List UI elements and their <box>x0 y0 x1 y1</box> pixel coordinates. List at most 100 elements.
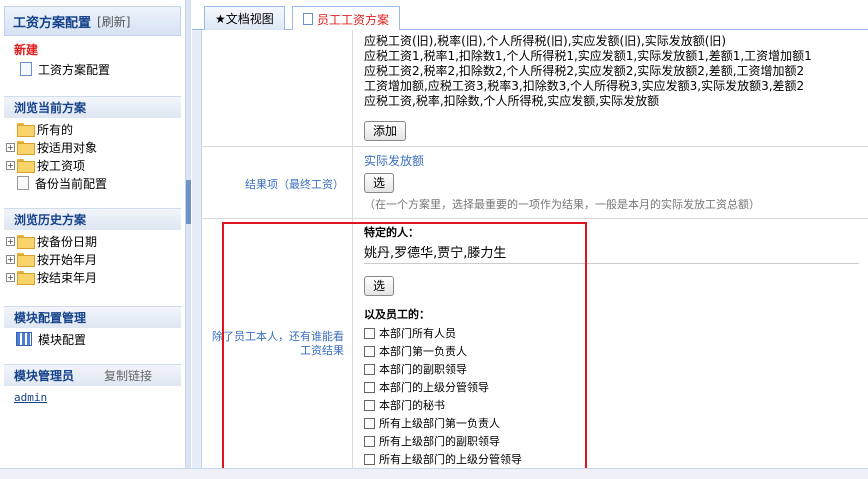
sidebar-item-label: 按开始年月 <box>37 252 98 267</box>
viewers-label-line: 工资结果 <box>300 344 344 357</box>
viewer-option-label: 本部门所有人员 <box>379 327 456 340</box>
backup-icon <box>17 176 29 190</box>
sidebar-item-module-config[interactable]: 模块配置 <box>0 330 185 348</box>
browse-current-header: 浏览当前方案 <box>4 96 181 118</box>
tab-label: 员工工资方案 <box>317 12 390 27</box>
tab-bar: ★文档视图 员工工资方案 <box>192 0 868 31</box>
browse-history-header: 浏览历史方案 <box>4 208 181 230</box>
folder-icon <box>17 235 35 249</box>
checkbox[interactable] <box>364 417 375 429</box>
viewer-option[interactable]: 所有上级部门第一负责人 <box>364 414 859 432</box>
result-hint: （在一个方案里，选择最重要的一项作为结果，一般是本月的实际发放工资总额） <box>364 198 760 211</box>
people-select-button[interactable]: 选 <box>364 276 395 296</box>
tab-salary-scheme[interactable]: 员工工资方案 <box>292 6 401 31</box>
viewer-option[interactable]: 本部门第一负责人 <box>364 342 859 360</box>
checkbox[interactable] <box>364 435 375 447</box>
expand-icon[interactable]: + <box>6 142 15 152</box>
sidebar-splitter[interactable] <box>186 0 191 468</box>
sidebar-item-by-salary-item[interactable]: + 按工资项 <box>6 156 185 174</box>
module-admin-label: 模块管理员 <box>14 369 75 383</box>
viewer-option-label: 本部门的副职领导 <box>379 363 467 376</box>
formula-list: 应税工资(旧),税率(旧),个人所得税(旧),实应发额(旧),实际发放额(旧) … <box>364 34 812 109</box>
specific-people-label: 特定的人： <box>364 226 419 239</box>
sidebar-item-label: 按工资项 <box>37 158 86 173</box>
viewers-label-line: 除了员工本人，还有谁能看 <box>212 330 344 343</box>
formula-line: 应税工资1,税率1,扣除数1,个人所得税1,实应发额1,实际发放额1,差额1,工… <box>364 49 812 63</box>
viewer-option-label: 所有上级部门的副职领导 <box>379 435 500 448</box>
checkbox[interactable] <box>364 345 375 357</box>
sidebar-item-label: 工资方案配置 <box>38 62 111 77</box>
checkbox[interactable] <box>364 399 375 411</box>
viewers-label: 除了员工本人，还有谁能看 工资结果 <box>202 330 352 358</box>
sidebar-item-by-backup-date[interactable]: + 按备份日期 <box>6 232 185 250</box>
new-section-header: 新建 <box>14 42 39 57</box>
viewer-option[interactable]: 所有上级部门的副职领导 <box>364 432 859 450</box>
sidebar-item-by-end-month[interactable]: + 按结束年月 <box>6 268 185 286</box>
collapse-handle-icon[interactable] <box>186 180 191 224</box>
sidebar-item-new-salary-config[interactable]: 工资方案配置 <box>0 60 185 78</box>
viewer-option[interactable]: 本部门所有人员 <box>364 324 859 342</box>
viewer-option[interactable]: 本部门的上级分管领导 <box>364 378 859 396</box>
sidebar-item-by-target[interactable]: + 按适用对象 <box>6 138 185 156</box>
status-bar <box>0 468 868 479</box>
formula-line: 应税工资,税率,扣除数,个人所得税,实应发额,实际发放额 <box>364 94 660 108</box>
viewer-option-label: 所有上级部门第一负责人 <box>379 417 500 430</box>
sidebar-item-label: 按结束年月 <box>37 270 98 285</box>
viewer-option[interactable]: 本部门的秘书 <box>364 396 859 414</box>
copy-link[interactable]: 复制链接 <box>104 367 152 384</box>
module-admin-header: 模块管理员 复制链接 <box>4 364 181 386</box>
formula-line: 工资增加额,应税工资3,税率3,扣除数3,个人所得税3,实应发额3,实际发放额3… <box>364 79 805 93</box>
formula-line: 应税工资2,税率2,扣除数2,个人所得税2,实应发额2,实际发放额2,差额,工资… <box>364 64 805 78</box>
sidebar-item-by-start-month[interactable]: + 按开始年月 <box>6 250 185 268</box>
viewer-option-label: 本部门的秘书 <box>379 399 445 412</box>
viewer-option[interactable]: 所有上级部门的上级分管领导 <box>364 450 859 468</box>
admin-user-link[interactable]: admin <box>14 391 185 404</box>
form-content: 应税工资(旧),税率(旧),个人所得税(旧),实应发额(旧),实际发放额(旧) … <box>192 30 868 468</box>
sidebar: 工资方案配置 [刷新] 新建 工资方案配置 浏览当前方案 所有的 + 按适用对象… <box>0 0 186 468</box>
sidebar-item-label: 备份当前配置 <box>35 176 108 191</box>
viewer-option-label: 本部门第一负责人 <box>379 345 467 358</box>
viewer-option[interactable]: 本部门的副职领导 <box>364 360 859 378</box>
viewer-option-label: 本部门的上级分管领导 <box>379 381 489 394</box>
sidebar-item-label: 所有的 <box>37 122 74 137</box>
tab-document-view[interactable]: ★文档视图 <box>204 6 285 30</box>
expand-icon[interactable]: + <box>6 160 15 170</box>
checkbox[interactable] <box>364 453 375 465</box>
refresh-link[interactable]: [刷新] <box>97 13 130 30</box>
staff-relation-label: 以及员工的： <box>364 308 430 321</box>
column-divider <box>352 30 353 468</box>
sidebar-item-label: 模块配置 <box>38 332 87 347</box>
result-item-label: 结果项（最终工资） <box>245 178 344 191</box>
folder-icon <box>17 271 35 285</box>
result-select-button[interactable]: 选 <box>364 173 395 193</box>
folder-icon <box>17 123 35 137</box>
checkbox[interactable] <box>364 381 375 393</box>
sidebar-item-label: 按备份日期 <box>37 234 98 249</box>
sidebar-title: 工资方案配置 <box>13 15 92 31</box>
row-divider <box>202 146 868 147</box>
sidebar-item-label: 按适用对象 <box>37 140 98 155</box>
vertical-scrollbar[interactable] <box>192 30 202 468</box>
tab-label: ★文档视图 <box>215 12 274 26</box>
main-panel: ★文档视图 员工工资方案 应税工资(旧),税率(旧),个人所得税(旧),实应发额… <box>192 0 868 468</box>
sidebar-title-bar: 工资方案配置 [刷新] <box>4 6 181 36</box>
viewer-option-label: 所有上级部门的上级分管领导 <box>379 453 522 466</box>
document-icon <box>20 62 32 76</box>
sidebar-item-all[interactable]: 所有的 <box>6 120 185 138</box>
folder-icon <box>17 141 35 155</box>
app-window: 工资方案配置 [刷新] 新建 工资方案配置 浏览当前方案 所有的 + 按适用对象… <box>0 0 868 479</box>
expand-icon[interactable]: + <box>6 254 15 264</box>
add-button[interactable]: 添加 <box>364 121 407 141</box>
checkbox[interactable] <box>364 363 375 375</box>
expand-icon[interactable]: + <box>6 272 15 282</box>
result-value: 实际发放额 <box>364 154 425 168</box>
specific-people-field[interactable]: 姚丹,罗德华,贾宁,滕力生 <box>364 242 859 264</box>
formula-line: 应税工资(旧),税率(旧),个人所得税(旧),实应发额(旧),实际发放额(旧) <box>364 34 727 48</box>
module-config-header: 模块配置管理 <box>4 306 181 328</box>
module-icon <box>16 332 32 346</box>
row-divider <box>202 218 868 219</box>
expand-icon[interactable]: + <box>6 236 15 246</box>
checkbox[interactable] <box>364 327 375 339</box>
folder-icon <box>17 253 35 267</box>
sidebar-item-backup[interactable]: 备份当前配置 <box>6 174 185 192</box>
